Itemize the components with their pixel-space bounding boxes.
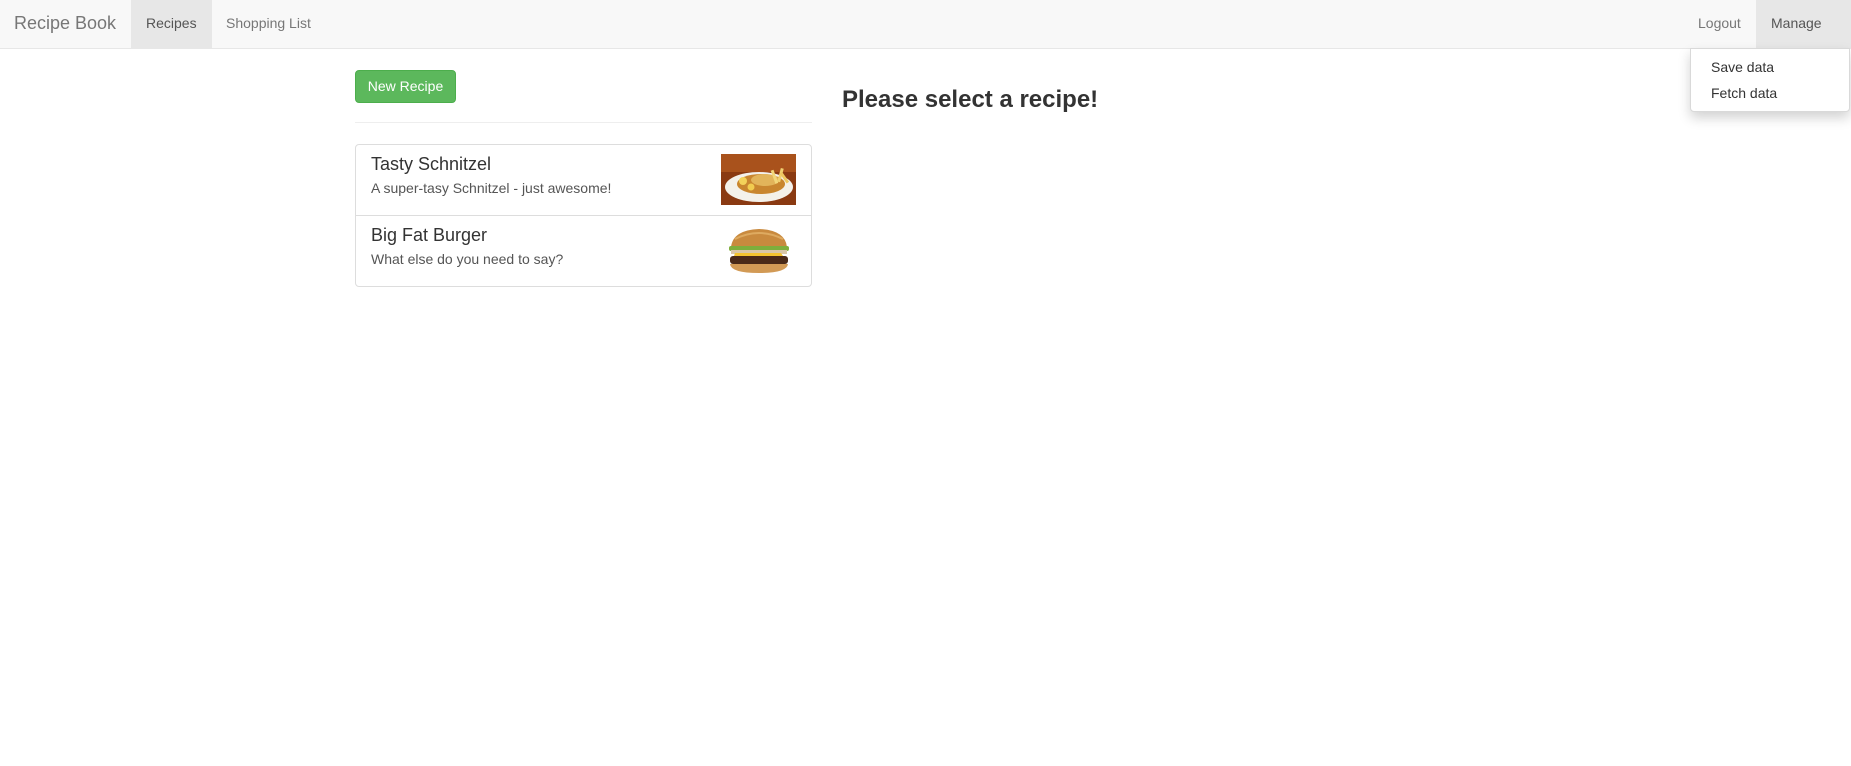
fetch-data-item[interactable]: Fetch data (1691, 80, 1849, 106)
manage-dropdown-menu: Save data Fetch data (1690, 48, 1850, 112)
manage-label: Manage (1771, 15, 1822, 31)
manage-dropdown-toggle[interactable]: Manage (1756, 0, 1851, 73)
nav-shopping-list[interactable]: Shopping List (211, 0, 326, 48)
new-recipe-button[interactable]: New Recipe (355, 70, 456, 103)
divider (355, 122, 812, 123)
recipe-description: What else do you need to say? (371, 251, 564, 267)
save-data-item[interactable]: Save data (1691, 54, 1849, 80)
select-recipe-placeholder: Please select a recipe! (842, 86, 1099, 113)
recipe-description: A super-tasy Schnitzel - just awesome! (371, 180, 612, 196)
recipe-name: Big Fat Burger (371, 225, 488, 245)
brand-link[interactable]: Recipe Book (14, 0, 116, 48)
logout-link[interactable]: Logout (1683, 0, 1756, 48)
burger-image (729, 229, 789, 273)
top-navbar: Recipe Book Recipes Shopping List Logout… (0, 0, 1851, 73)
schnitzel-image (721, 154, 796, 205)
recipe-name: Tasty Schnitzel (371, 154, 492, 174)
recipe-list-item[interactable]: Big Fat Burger What else do you need to … (355, 215, 812, 287)
recipe-list-item[interactable]: Tasty Schnitzel A super-tasy Schnitzel -… (355, 144, 812, 216)
nav-recipes[interactable]: Recipes (131, 0, 212, 48)
